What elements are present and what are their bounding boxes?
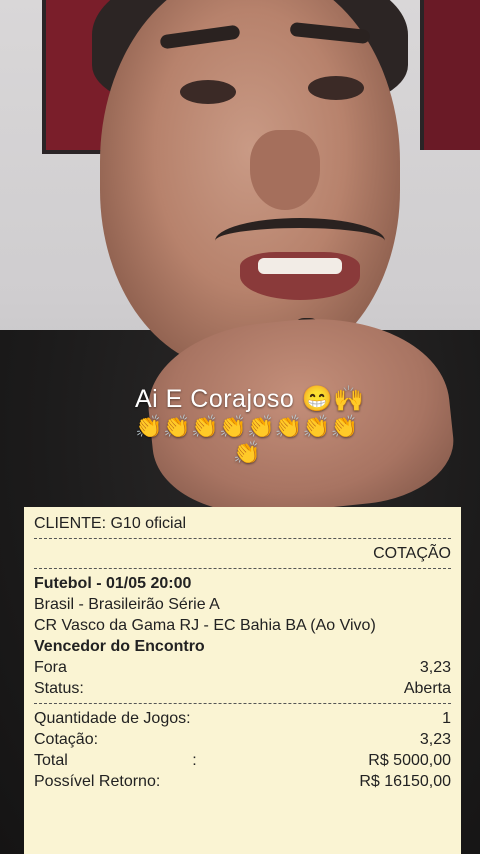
cliente-label: CLIENTE: [34, 515, 107, 532]
clap-emoji-row: 👏👏👏👏👏👏👏👏 [135, 414, 359, 439]
teeth [258, 258, 342, 274]
person-face [100, 0, 400, 370]
divider [34, 568, 451, 569]
cliente-line: CLIENTE: G10 oficial [34, 513, 186, 534]
cotacao-header: COTAÇÃO [373, 545, 451, 562]
league-text: Brasil - Brasileirão Série A [34, 596, 220, 613]
status-row: Status: Aberta [34, 678, 451, 699]
cotacao-label: Cotação: [34, 731, 99, 748]
cotacao-value: 3,23 [419, 731, 451, 748]
event-header: Futebol - 01/05 20:00 [34, 573, 451, 594]
match-text: CR Vasco da Gama RJ - EC Bahia BA (Ao Vi… [34, 617, 376, 634]
divider [34, 538, 451, 539]
market-row: Vencedor do Encontro [34, 636, 451, 657]
nose [250, 130, 320, 210]
caption-text: Ai E Corajoso 😁🙌 [134, 385, 366, 413]
quantidade-row: Quantidade de Jogos: 1 [34, 708, 451, 729]
status-value: Aberta [403, 680, 451, 697]
divider [34, 703, 451, 704]
cliente-row: CLIENTE: G10 oficial [34, 513, 451, 534]
pick-label: Fora [34, 659, 67, 676]
bet-receipt: CLIENTE: G10 oficial COTAÇÃO Futebol - 0… [24, 507, 461, 854]
match-row: CR Vasco da Gama RJ - EC Bahia BA (Ao Vi… [34, 615, 451, 636]
total-label: Total [34, 752, 68, 769]
league-row: Brasil - Brasileirão Série A [34, 594, 451, 615]
total-value: R$ 5000,00 [368, 752, 451, 769]
right-eye [308, 76, 364, 100]
pick-row: Fora 3,23 [34, 657, 451, 678]
status-label: Status: [34, 680, 84, 697]
event-header-text: Futebol - 01/05 20:00 [34, 575, 192, 592]
cliente-value: G10 oficial [110, 515, 187, 532]
total-row: Total : R$ 5000,00 [34, 750, 451, 771]
retorno-value: R$ 16150,00 [359, 773, 451, 790]
total-colon: : [192, 752, 197, 769]
quantidade-label: Quantidade de Jogos: [34, 710, 191, 727]
retorno-row: Possível Retorno: R$ 16150,00 [34, 771, 451, 792]
cotacao-row: Cotação: 3,23 [34, 729, 451, 750]
retorno-label: Possível Retorno: [34, 773, 161, 790]
video-caption: Ai E Corajoso 😁🙌 👏👏👏👏👏👏👏👏 👏 [0, 385, 480, 466]
market-text: Vencedor do Encontro [34, 638, 205, 655]
left-eye [180, 80, 236, 104]
clap-emoji-row-2: 👏 [233, 440, 261, 465]
cotacao-header-row: COTAÇÃO [34, 543, 451, 564]
quantidade-value: 1 [442, 710, 451, 727]
wall-art-right [420, 0, 480, 150]
total-line: Total : [34, 750, 197, 771]
pick-odds: 3,23 [419, 659, 451, 676]
